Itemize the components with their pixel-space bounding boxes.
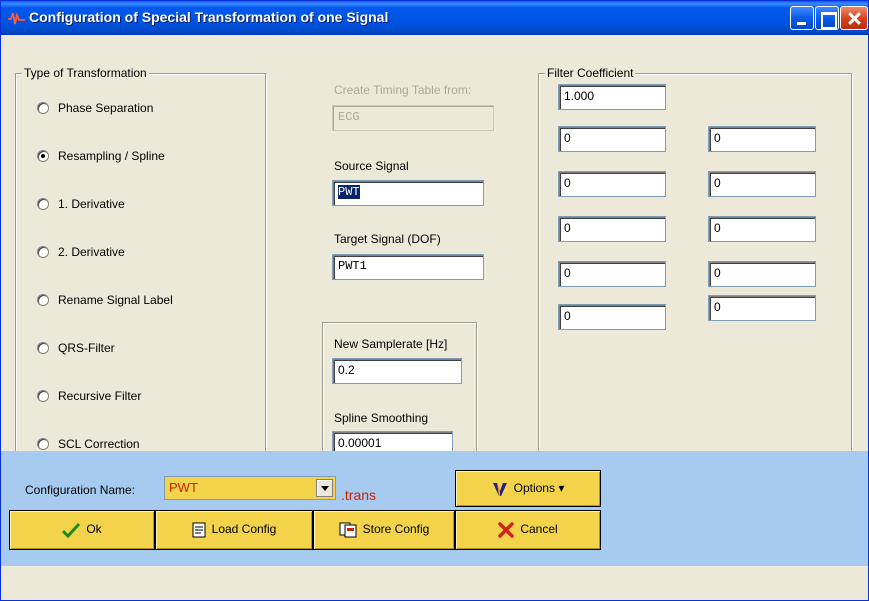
timing-table-field: ECG (332, 105, 494, 131)
radio-option-label: 2. Derivative (58, 245, 125, 259)
radio-option-label: 1. Derivative (58, 197, 125, 211)
config-name-combo[interactable]: PWT (164, 476, 336, 500)
transformation-legend: Type of Transformation (22, 66, 149, 80)
radio-option-label: Recursive Filter (58, 389, 142, 403)
radio-option-label: Resampling / Spline (58, 149, 165, 163)
source-signal-field[interactable]: PWT (332, 180, 484, 206)
target-signal-field[interactable]: PWT1 (332, 254, 484, 280)
filter-coefficient-right[interactable]: 0 (708, 295, 816, 321)
filter-coefficient-first[interactable]: 1.000 (558, 84, 666, 110)
source-signal-value: PWT (338, 185, 360, 199)
radio-option-label: SCL Correction (58, 437, 140, 451)
load-config-button[interactable]: Load Config (155, 510, 313, 550)
radio-button-icon[interactable] (37, 198, 49, 210)
filter-coefficient-right[interactable]: 0 (708, 216, 816, 242)
source-signal-label: Source Signal (334, 159, 409, 173)
filter-coefficient-left[interactable]: 0 (558, 304, 666, 330)
chevron-down-icon[interactable] (316, 479, 333, 497)
config-dialog: Configuration of Special Transformation … (0, 0, 869, 601)
store-config-label: Store Config (362, 522, 430, 537)
radio-button-icon[interactable] (37, 342, 49, 354)
radio-button-icon[interactable] (37, 150, 49, 162)
cancel-button[interactable]: Cancel (455, 510, 601, 550)
config-name-label: Configuration Name: (25, 483, 136, 497)
spline-smoothing-label: Spline Smoothing (334, 411, 429, 425)
radio-option-label: Rename Signal Label (58, 293, 173, 307)
filter-coefficient-left[interactable]: 0 (558, 261, 666, 287)
timing-table-label: Create Timing Table from: (334, 83, 472, 97)
filter-coefficient-right[interactable]: 0 (708, 261, 816, 287)
config-extension: .trans (341, 487, 377, 503)
radio-option-label: Phase Separation (58, 101, 154, 115)
filter-coefficient-right[interactable]: 0 (708, 171, 816, 197)
filter-coefficient-left[interactable]: 0 (558, 216, 666, 242)
filter-coefficient-left[interactable]: 0 (558, 171, 666, 197)
maximize-button[interactable] (815, 6, 839, 30)
title-bar[interactable]: Configuration of Special Transformation … (1, 1, 868, 35)
load-config-label: Load Config (211, 522, 277, 537)
window-title: Configuration of Special Transformation … (29, 9, 389, 25)
samplerate-label: New Samplerate [Hz] (334, 337, 448, 351)
radio-button-icon[interactable] (37, 294, 49, 306)
ok-button[interactable]: Ok (9, 510, 155, 550)
radio-button-icon[interactable] (37, 390, 49, 402)
v-logo-icon (492, 482, 507, 496)
options-button[interactable]: Options ▾ (455, 470, 601, 507)
filter-coefficient-legend: Filter Coefficient (545, 66, 636, 80)
cancel-label: Cancel (520, 522, 558, 537)
filter-coefficient-left[interactable]: 0 (558, 126, 666, 152)
document-icon (192, 522, 206, 538)
chevron-down-icon: ▾ (558, 480, 565, 495)
filter-coefficient-right[interactable]: 0 (708, 126, 816, 152)
target-signal-label: Target Signal (DOF) (334, 232, 441, 246)
waveform-icon (8, 11, 25, 25)
config-name-value: PWT (169, 480, 198, 495)
radio-button-icon[interactable] (37, 102, 49, 114)
ok-label: Ok (86, 522, 102, 537)
store-config-button[interactable]: Store Config (313, 510, 455, 550)
documents-icon (339, 522, 357, 538)
radio-option-label: QRS-Filter (58, 341, 115, 355)
close-button[interactable] (840, 6, 868, 30)
x-icon (498, 522, 515, 538)
transformation-group: Type of Transformation (15, 66, 266, 477)
options-label: Options (513, 480, 555, 495)
minimize-button[interactable] (790, 6, 814, 30)
radio-button-icon[interactable] (37, 246, 49, 258)
radio-button-icon[interactable] (37, 438, 49, 450)
checkmark-icon (62, 522, 81, 538)
samplerate-field[interactable]: 0.2 (332, 358, 462, 384)
